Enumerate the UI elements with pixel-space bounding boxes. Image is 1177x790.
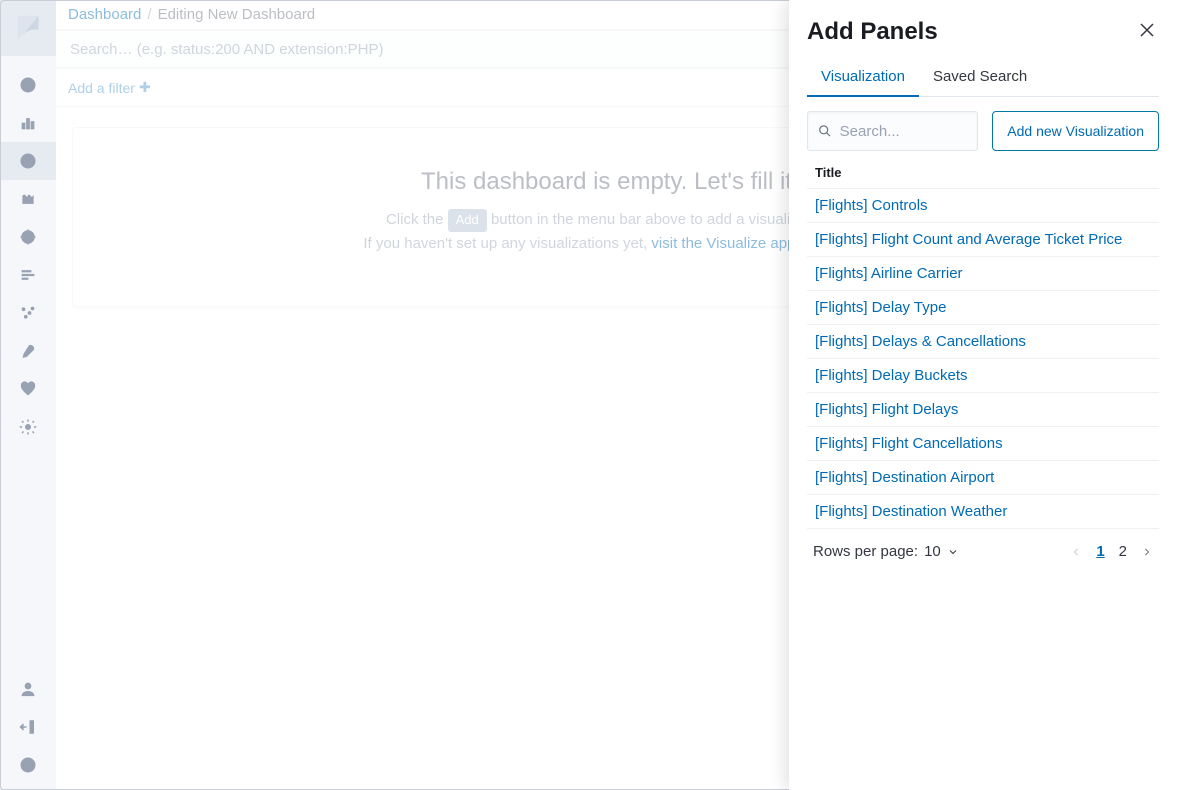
sidebar-item-discover[interactable] — [0, 66, 56, 104]
panel-search-box[interactable] — [807, 111, 978, 151]
viz-item[interactable]: [Flights] Destination Airport — [807, 461, 1159, 495]
viz-item[interactable]: [Flights] Delays & Cancellations — [807, 325, 1159, 359]
sidebar-item-ml[interactable] — [0, 294, 56, 332]
page-1[interactable]: 1 — [1096, 543, 1104, 560]
flyout-title: Add Panels — [807, 18, 1159, 46]
kibana-logo[interactable] — [0, 0, 56, 56]
breadcrumb-current: Editing New Dashboard — [158, 6, 316, 23]
sidebar-item-devtools[interactable] — [0, 332, 56, 370]
breadcrumb-root[interactable]: Dashboard — [68, 6, 141, 23]
sidebar-item-user[interactable] — [0, 670, 56, 708]
viz-item[interactable]: [Flights] Delay Buckets — [807, 359, 1159, 393]
add-panels-flyout: Add Panels Visualization Saved Search Ad… — [789, 0, 1177, 790]
add-pill: Add — [448, 209, 487, 232]
tab-visualization[interactable]: Visualization — [807, 58, 919, 97]
add-filter-label: Add a filter — [68, 80, 135, 96]
visualization-list: [Flights] Controls [Flights] Flight Coun… — [807, 188, 1159, 529]
pagination: Rows per page: 10 1 2 — [807, 529, 1159, 574]
sidebar-item-canvas[interactable] — [0, 218, 56, 256]
viz-item[interactable]: [Flights] Flight Cancellations — [807, 427, 1159, 461]
page-prev-button — [1070, 546, 1082, 558]
visit-visualize-link[interactable]: visit the Visualize app — [651, 235, 795, 252]
rows-per-page-select[interactable]: Rows per page: 10 — [813, 543, 959, 560]
add-new-visualization-button[interactable]: Add new Visualization — [992, 111, 1159, 151]
close-button[interactable] — [1137, 20, 1157, 40]
viz-item[interactable]: [Flights] Destination Weather — [807, 495, 1159, 529]
viz-item[interactable]: [Flights] Flight Count and Average Ticke… — [807, 223, 1159, 257]
plus-icon: ✚ — [139, 79, 151, 96]
chevron-down-icon — [947, 546, 959, 558]
chevron-left-icon — [1070, 546, 1082, 558]
sidebar-item-logout[interactable] — [0, 708, 56, 746]
viz-item[interactable]: [Flights] Airline Carrier — [807, 257, 1159, 291]
sidebar-item-maps[interactable] — [0, 256, 56, 294]
sidebar-item-dashboard[interactable] — [0, 142, 56, 180]
sidebar-item-management[interactable] — [0, 408, 56, 446]
viz-item[interactable]: [Flights] Controls — [807, 189, 1159, 223]
add-filter-button[interactable]: Add a filter ✚ — [68, 79, 151, 96]
flyout-tabs: Visualization Saved Search — [807, 58, 1159, 97]
page-next-button[interactable] — [1141, 546, 1153, 558]
sidebar — [0, 0, 56, 790]
page-2[interactable]: 2 — [1119, 543, 1127, 560]
viz-item[interactable]: [Flights] Flight Delays — [807, 393, 1159, 427]
chevron-right-icon — [1141, 546, 1153, 558]
sidebar-item-timelion[interactable] — [0, 180, 56, 218]
breadcrumb-sep: / — [147, 6, 151, 23]
viz-item[interactable]: [Flights] Delay Type — [807, 291, 1159, 325]
search-icon — [818, 123, 832, 139]
breadcrumb: Dashboard / Editing New Dashboard — [68, 6, 315, 23]
panel-search-input[interactable] — [840, 123, 968, 140]
sidebar-item-monitoring[interactable] — [0, 370, 56, 408]
tab-saved-search[interactable]: Saved Search — [919, 58, 1041, 96]
sidebar-item-visualize[interactable] — [0, 104, 56, 142]
sidebar-item-collapse[interactable] — [0, 746, 56, 784]
table-header-title: Title — [807, 161, 1159, 188]
